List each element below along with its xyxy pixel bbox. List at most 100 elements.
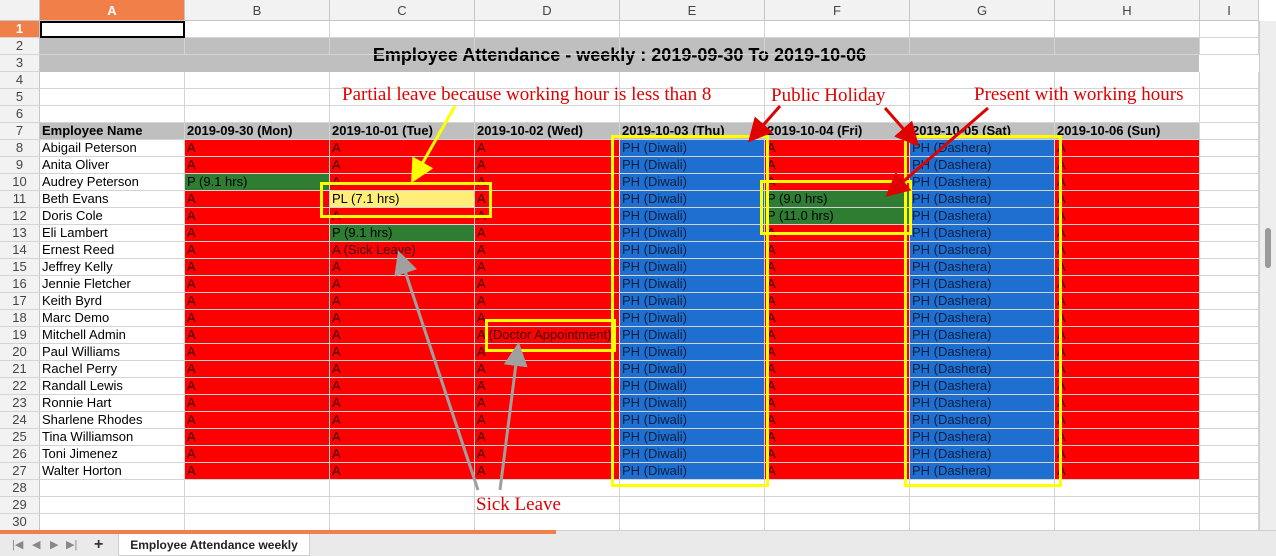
cell-empty[interactable] — [1200, 412, 1259, 429]
attendance-cell[interactable]: A — [1055, 412, 1200, 429]
attendance-cell[interactable]: A — [185, 310, 330, 327]
first-sheet-icon[interactable]: |◀ — [12, 538, 23, 551]
attendance-cell[interactable]: A — [185, 412, 330, 429]
cell-empty[interactable] — [910, 21, 1055, 38]
attendance-cell[interactable]: A — [475, 140, 620, 157]
attendance-cell[interactable]: A — [185, 259, 330, 276]
attendance-cell[interactable]: P (9.1 hrs) — [330, 225, 475, 242]
cell-empty[interactable] — [765, 106, 910, 123]
column-title-cell[interactable]: 2019-10-04 (Fri) — [765, 123, 910, 140]
cell-empty[interactable] — [1200, 106, 1259, 123]
cell-empty[interactable] — [1200, 259, 1259, 276]
cell-empty[interactable] — [40, 480, 185, 497]
attendance-cell[interactable]: A — [475, 225, 620, 242]
attendance-cell[interactable]: A — [765, 463, 910, 480]
cell-empty[interactable] — [1055, 497, 1200, 514]
attendance-cell[interactable]: A — [1055, 140, 1200, 157]
employee-name-cell[interactable]: Tina Williamson — [40, 429, 185, 446]
column-header-d[interactable]: D — [475, 0, 620, 21]
attendance-cell[interactable]: A — [475, 361, 620, 378]
row-header-21[interactable]: 21 — [0, 361, 40, 378]
attendance-cell[interactable]: A — [185, 378, 330, 395]
attendance-cell[interactable]: A — [1055, 157, 1200, 174]
row-header-29[interactable]: 29 — [0, 497, 40, 514]
attendance-cell[interactable]: A — [185, 276, 330, 293]
cell-empty[interactable] — [1200, 378, 1259, 395]
cell-empty[interactable] — [40, 497, 185, 514]
employee-name-cell[interactable]: Jeffrey Kelly — [40, 259, 185, 276]
employee-name-cell[interactable]: Marc Demo — [40, 310, 185, 327]
cell-empty[interactable] — [475, 514, 620, 530]
row-header-30[interactable]: 30 — [0, 514, 40, 531]
cell-empty[interactable] — [1200, 21, 1259, 38]
cell-empty[interactable] — [1200, 497, 1259, 514]
attendance-cell[interactable]: A — [475, 174, 620, 191]
cell-empty[interactable] — [1200, 38, 1259, 55]
column-title-cell[interactable]: 2019-10-06 (Sun) — [1055, 123, 1200, 140]
employee-name-cell[interactable]: Rachel Perry — [40, 361, 185, 378]
row-header-10[interactable]: 10 — [0, 174, 40, 191]
attendance-cell[interactable]: A — [475, 157, 620, 174]
cell-empty[interactable] — [330, 497, 475, 514]
cell-empty[interactable] — [1200, 242, 1259, 259]
attendance-cell[interactable]: P (9.1 hrs) — [185, 174, 330, 191]
cell-empty[interactable] — [1200, 225, 1259, 242]
column-header-e[interactable]: E — [620, 0, 765, 21]
row-header-6[interactable]: 6 — [0, 106, 40, 123]
cell-empty[interactable] — [910, 497, 1055, 514]
row-header-23[interactable]: 23 — [0, 395, 40, 412]
attendance-cell[interactable]: A — [1055, 361, 1200, 378]
attendance-cell[interactable]: A — [185, 429, 330, 446]
attendance-cell[interactable]: A — [1055, 463, 1200, 480]
cell-empty[interactable] — [1200, 89, 1259, 106]
horizontal-scrollbar[interactable] — [1262, 534, 1276, 556]
employee-name-cell[interactable]: Audrey Peterson — [40, 174, 185, 191]
cell-empty[interactable] — [330, 514, 475, 530]
cell-empty[interactable] — [1200, 395, 1259, 412]
cell-empty[interactable] — [185, 72, 330, 89]
cell-empty[interactable] — [40, 89, 185, 106]
row-header-1[interactable]: 1 — [0, 21, 40, 38]
cell-empty[interactable] — [1200, 361, 1259, 378]
attendance-cell[interactable]: A — [475, 242, 620, 259]
cell-empty[interactable] — [330, 106, 475, 123]
attendance-cell[interactable]: A — [330, 157, 475, 174]
cell-empty[interactable] — [475, 21, 620, 38]
attendance-cell[interactable]: A — [330, 378, 475, 395]
cell-empty[interactable] — [475, 38, 620, 55]
row-header-27[interactable]: 27 — [0, 463, 40, 480]
row-header-13[interactable]: 13 — [0, 225, 40, 242]
employee-name-cell[interactable]: Randall Lewis — [40, 378, 185, 395]
cell-empty[interactable] — [1055, 21, 1200, 38]
cell-empty[interactable] — [185, 89, 330, 106]
attendance-cell[interactable]: A — [185, 225, 330, 242]
cell-empty[interactable] — [185, 514, 330, 530]
vertical-scrollbar[interactable] — [1259, 21, 1276, 530]
cell-empty[interactable] — [1200, 157, 1259, 174]
row-header-15[interactable]: 15 — [0, 259, 40, 276]
row-header-12[interactable]: 12 — [0, 208, 40, 225]
attendance-cell[interactable]: A — [185, 208, 330, 225]
attendance-cell[interactable]: A — [765, 140, 910, 157]
attendance-cell[interactable]: A — [765, 378, 910, 395]
cell-empty[interactable] — [910, 514, 1055, 530]
attendance-cell[interactable]: A — [765, 242, 910, 259]
row-header-26[interactable]: 26 — [0, 446, 40, 463]
cell-empty[interactable] — [40, 38, 185, 55]
column-header-i[interactable]: I — [1200, 0, 1259, 21]
attendance-cell[interactable]: A — [185, 242, 330, 259]
column-header-g[interactable]: G — [910, 0, 1055, 21]
employee-name-cell[interactable]: Walter Horton — [40, 463, 185, 480]
add-sheet-icon[interactable]: + — [94, 536, 103, 554]
employee-name-cell[interactable]: Ernest Reed — [40, 242, 185, 259]
attendance-cell[interactable]: A — [330, 361, 475, 378]
attendance-cell[interactable]: A — [765, 344, 910, 361]
employee-name-cell[interactable]: Jennie Fletcher — [40, 276, 185, 293]
column-title-cell[interactable]: 2019-10-01 (Tue) — [330, 123, 475, 140]
employee-name-cell[interactable]: Mitchell Admin — [40, 327, 185, 344]
attendance-cell[interactable]: A — [765, 412, 910, 429]
employee-name-cell[interactable]: Paul Williams — [40, 344, 185, 361]
attendance-cell[interactable]: A — [765, 157, 910, 174]
attendance-cell[interactable]: A — [185, 344, 330, 361]
cell-empty[interactable] — [1200, 327, 1259, 344]
